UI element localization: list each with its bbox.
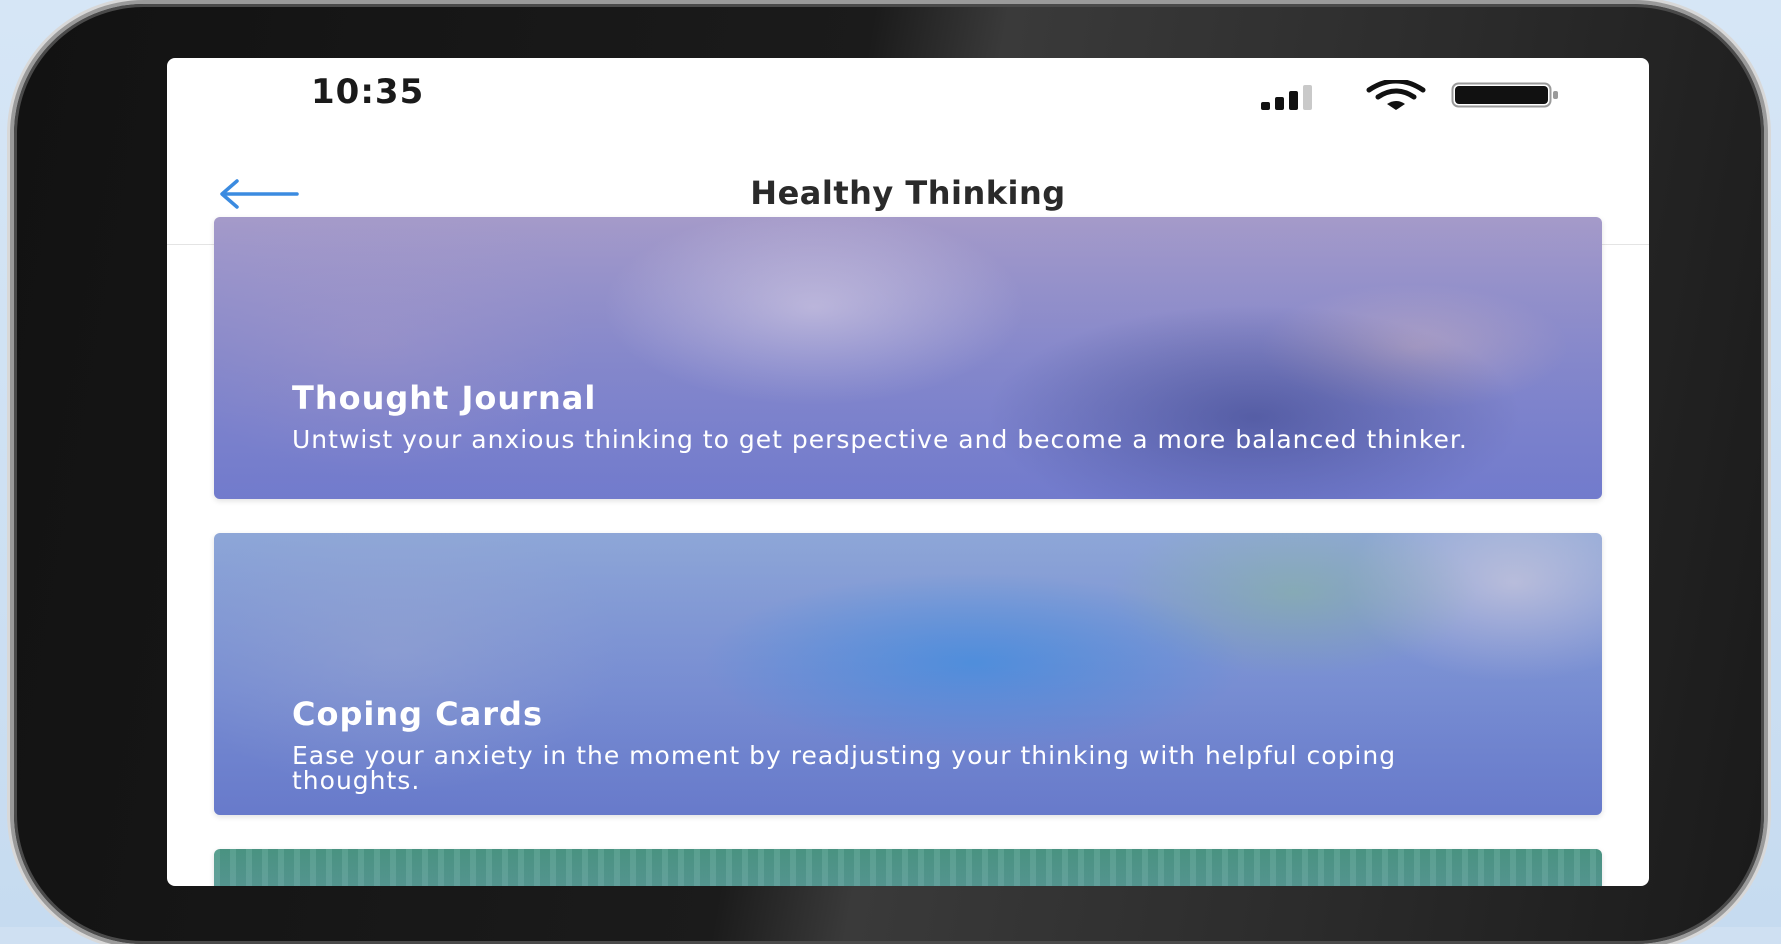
card-partial[interactable] [214,849,1602,886]
status-time: 10:35 [311,72,425,112]
card-title: Thought Journal [292,379,597,417]
app-screen: 10:35 Healthy Thinking Thought Journal U… [167,58,1649,886]
card-description: Untwist your anxious thinking to get per… [292,425,1468,454]
status-bar: 10:35 [167,58,1649,134]
card-thought-journal[interactable]: Thought Journal Untwist your anxious thi… [214,217,1602,499]
card-description: Ease your anxiety in the moment by readj… [292,741,1397,795]
page-title: Healthy Thinking [750,174,1066,212]
wifi-icon [1366,80,1426,110]
card-title: Coping Cards [292,695,543,733]
card-image-overlay [214,217,1602,499]
status-icons [1261,80,1559,110]
battery-icon [1451,82,1558,108]
card-coping-cards[interactable]: Coping Cards Ease your anxiety in the mo… [214,533,1602,815]
card-image-overlay [214,849,1602,886]
phone-frame: 10:35 Healthy Thinking Thought Journal U… [14,4,1764,944]
cellular-signal-icon [1261,84,1341,110]
